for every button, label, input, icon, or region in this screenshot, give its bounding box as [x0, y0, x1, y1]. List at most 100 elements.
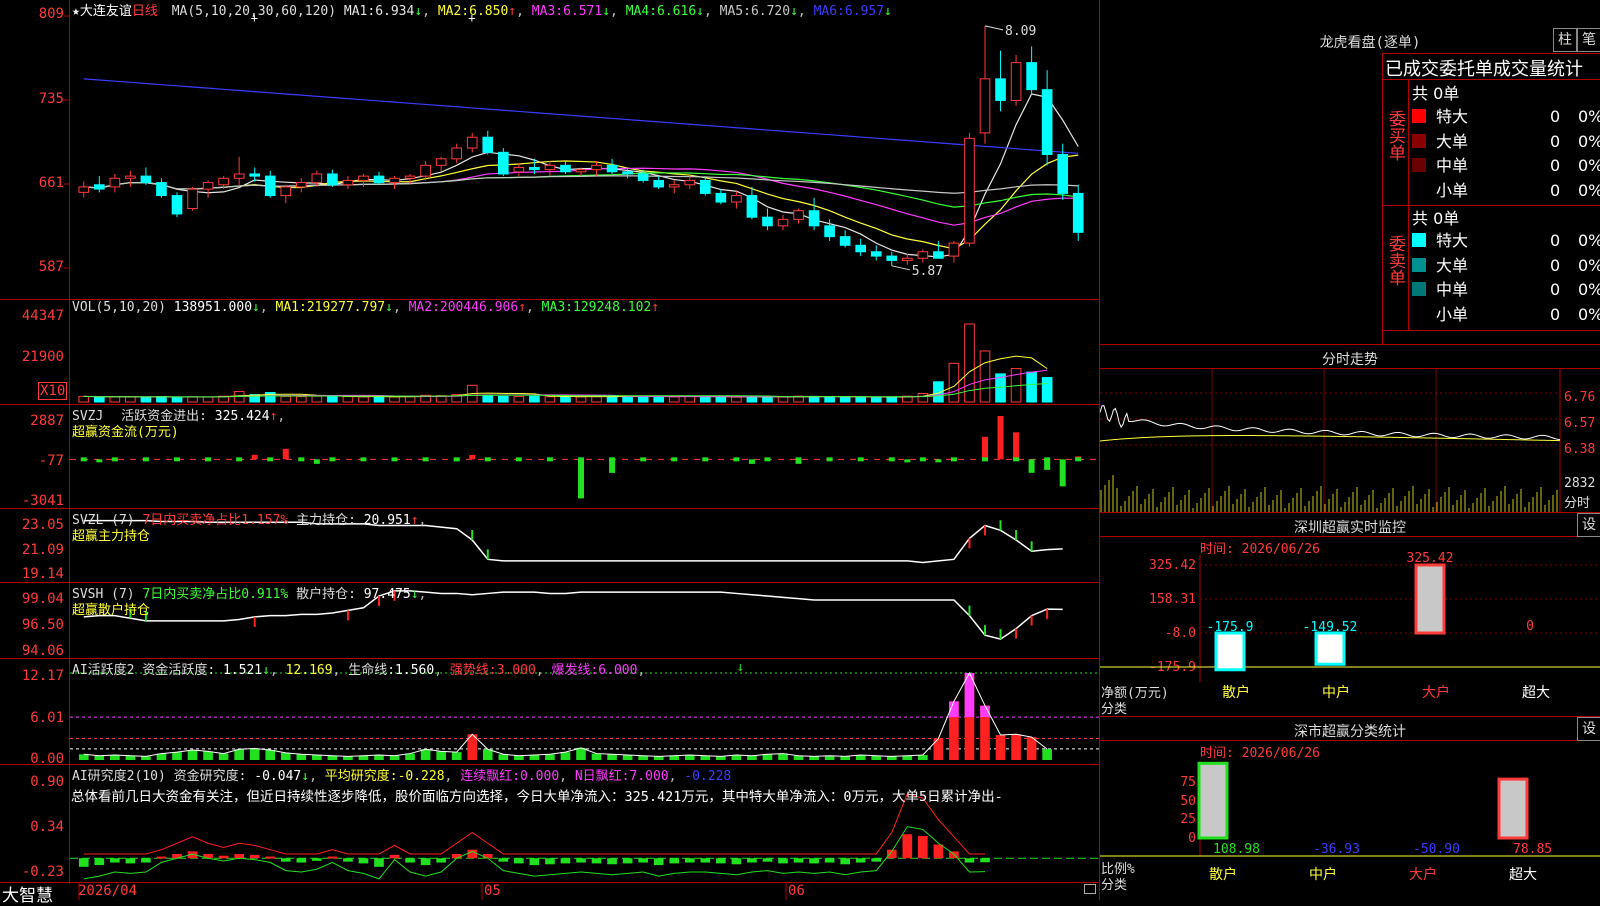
candle-body	[140, 175, 152, 184]
volume-bar	[731, 396, 742, 403]
row-name: 小单	[1436, 304, 1469, 324]
intraday-price-line	[1100, 405, 1561, 441]
vol-ma-arrow: ↑	[651, 300, 660, 315]
stock-name: 大连友谊	[79, 4, 132, 19]
flow-tick	[422, 457, 429, 462]
research-bar	[576, 858, 586, 863]
research-bar	[560, 858, 571, 864]
flow-tick	[671, 457, 678, 462]
ma-line	[83, 175, 1079, 194]
flow-bar	[1059, 459, 1066, 487]
research-bar	[141, 858, 151, 863]
lhb-row: 小单 0 0%	[1412, 179, 1600, 203]
bar-mode-button[interactable]: 柱	[1553, 28, 1577, 52]
tick-mode-button[interactable]: 笔	[1577, 28, 1600, 52]
vol-title: VOL(5,10,20)	[72, 300, 166, 315]
flow-tick	[640, 457, 647, 462]
flow-tick	[205, 457, 212, 462]
flow-bar	[1028, 459, 1035, 473]
volume-bar	[280, 395, 292, 403]
candle-body	[699, 179, 711, 194]
row-pct: 0%	[1578, 180, 1600, 200]
color-swatch	[1412, 182, 1426, 197]
lhb-row: 小单 0 0%	[1412, 303, 1600, 327]
flow-bar	[313, 459, 320, 464]
research-bar	[700, 858, 711, 863]
lock-icon[interactable]	[1084, 884, 1096, 894]
activity-bar	[389, 755, 400, 760]
ai1-label5: 爆发线:	[551, 663, 599, 678]
sz-monitor-value: -175.9	[1207, 620, 1254, 635]
volume-bar	[870, 396, 882, 403]
high-marker	[984, 25, 1004, 31]
research-bar	[669, 858, 680, 864]
ma-label: MA6:	[813, 4, 845, 19]
research-bar	[280, 858, 291, 862]
activity-bar	[514, 755, 524, 760]
volume-bar	[311, 395, 323, 403]
candle-body	[606, 164, 618, 173]
ma-value: 6.616	[657, 4, 697, 19]
period-label: 日线	[131, 4, 158, 19]
ma-arrow: ↓	[602, 4, 611, 19]
volume-bar	[358, 396, 369, 403]
research-bar	[312, 858, 322, 861]
lhb-row: 中单 0 0%	[1412, 278, 1600, 302]
svsh-arrow: ↓	[410, 587, 419, 602]
sz-class-category: 散户	[1209, 866, 1237, 883]
vol-value: 138951.000	[173, 300, 253, 315]
candle-body	[777, 218, 789, 227]
color-swatch	[1412, 306, 1426, 321]
volume-bar	[125, 396, 136, 403]
vol-y-label: 44347	[21, 308, 64, 324]
main-y-label: 735	[38, 91, 64, 107]
sz-monitor-settings-button[interactable]: 设	[1577, 513, 1600, 537]
low-marker	[891, 265, 910, 271]
research-bar	[249, 854, 260, 859]
vol-ma-value: 200446.906	[439, 300, 519, 315]
volume-bar	[668, 396, 680, 403]
ai1-arrow: ↓	[262, 663, 270, 678]
flow-tick	[1013, 457, 1020, 462]
flow-bar	[251, 454, 258, 460]
ai1-y-label: 6.01	[30, 710, 64, 726]
lhb-row: 中单 0 0%	[1412, 154, 1600, 178]
candle-body	[342, 179, 354, 186]
volume-bar	[606, 395, 618, 403]
ma-value: 6.850	[469, 4, 509, 19]
volume-bar	[93, 396, 105, 403]
candle-body	[311, 173, 323, 184]
color-swatch	[1412, 158, 1426, 172]
sz-class-settings-button[interactable]: 设	[1577, 717, 1600, 741]
sz-monitor-bar	[1314, 631, 1346, 666]
sz-monitor-category: 散户	[1222, 684, 1250, 701]
volume-bar	[373, 396, 385, 403]
volume-ma-line	[83, 355, 1048, 398]
activity-bar	[762, 754, 773, 760]
lhb-title: 龙虎看盘(逐单)	[1319, 35, 1421, 51]
sz-monitor-chart: 325.42158.31-8.0-175.9-175.9散户-149.52中户3…	[1100, 551, 1600, 701]
ai1-title: AI活跃度2	[72, 663, 135, 678]
research-bar	[918, 835, 928, 859]
svzj-arrow: ↑	[269, 409, 278, 424]
ma-label: MA5:	[719, 4, 751, 19]
activity-bar	[420, 749, 431, 760]
svzj-sub: 超赢资金流(万元)	[72, 425, 179, 440]
candle-body	[435, 158, 447, 166]
activity-bar	[1026, 737, 1037, 760]
research-bar	[747, 858, 757, 863]
svsh-sub: 超赢散户持仓	[72, 603, 151, 618]
activity-bar	[684, 754, 695, 760]
candle-body	[202, 182, 214, 190]
research-bar	[638, 858, 648, 863]
candle-body	[948, 242, 960, 257]
research-bar	[218, 855, 229, 859]
volume-bar	[699, 396, 711, 403]
activity-bar	[280, 752, 291, 760]
candle-body	[933, 251, 944, 259]
activity-bar	[141, 756, 151, 760]
lhb-row: 大单 0 0%	[1412, 130, 1600, 154]
candle-body	[497, 151, 509, 175]
row-name: 中单	[1436, 156, 1469, 175]
research-bar	[684, 858, 695, 863]
